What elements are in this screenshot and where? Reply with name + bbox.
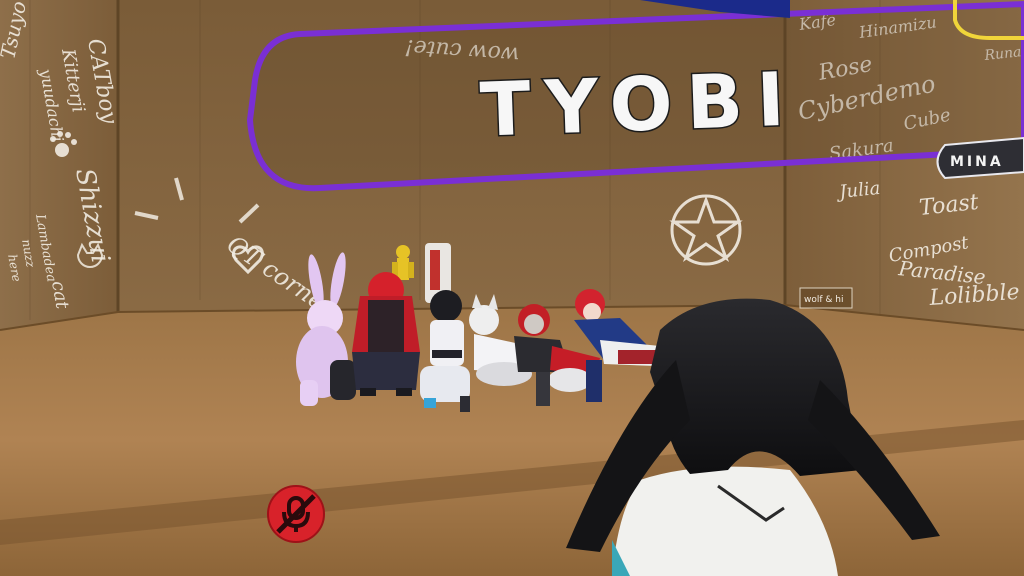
nameplate-text: MINA [950,154,1004,170]
wall-sign-text: wolf & hi [804,295,843,305]
vr-scene: Tsuyo CATboy Kitterji yuudachi Shizzui L… [0,0,1024,576]
nameplate: MINA [936,136,1024,180]
sign-title: TYOBI [479,56,800,153]
world-view: Tsuyo CATboy Kitterji yuudachi Shizzui L… [0,0,1024,576]
microphone-muted-icon[interactable] [267,485,325,543]
